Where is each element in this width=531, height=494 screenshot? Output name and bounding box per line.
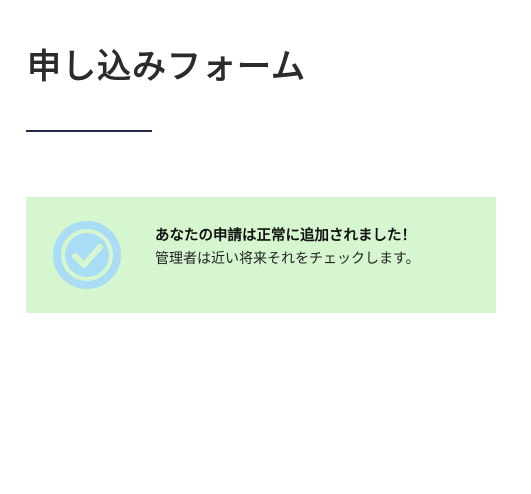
notice-title: あなたの申請は正常に追加されました！ <box>155 228 416 244</box>
check-circle-icon <box>53 221 121 289</box>
success-notice: あなたの申請は正常に追加されました！ 管理者は近い将来それをチェックします。 <box>26 197 496 313</box>
notice-message: あなたの申請は正常に追加されました！ 管理者は近い将来それをチェックします。 <box>155 225 485 271</box>
title-underline-divider <box>26 130 152 132</box>
notice-body: 管理者は近い将来それをチェックします。 <box>155 251 420 267</box>
page-title: 申し込みフォーム <box>27 47 306 87</box>
